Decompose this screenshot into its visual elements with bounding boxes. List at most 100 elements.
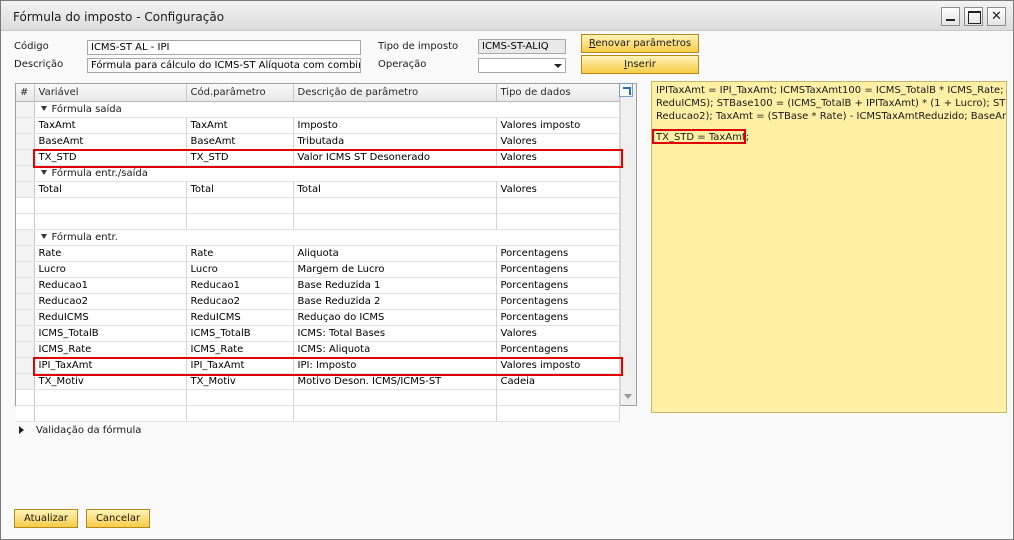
cell-cod-parametro[interactable]: TX_Motiv bbox=[186, 373, 294, 390]
cell-descricao[interactable]: Aliquota bbox=[293, 245, 497, 262]
cell-variavel[interactable]: Reducao1 bbox=[34, 277, 187, 294]
cell-descricao[interactable]: Valor ICMS ST Desonerado bbox=[293, 149, 497, 166]
cell-variavel[interactable]: ICMS_TotalB bbox=[34, 325, 187, 342]
group-row-formula-entr[interactable]: Fórmula entr. bbox=[16, 229, 620, 246]
table-row[interactable]: BaseAmt BaseAmt Tributada Valores bbox=[16, 133, 620, 150]
cell-variavel[interactable]: TaxAmt bbox=[34, 117, 187, 134]
cell-tipo-dados[interactable]: Porcentagens bbox=[496, 277, 620, 294]
cell-tipo-dados[interactable] bbox=[496, 389, 620, 406]
table-row[interactable]: TX_Motiv TX_Motiv Motivo Deson. ICMS/ICM… bbox=[16, 373, 620, 390]
cell-tipo-dados[interactable]: Valores imposto bbox=[496, 357, 620, 374]
cell-variavel[interactable] bbox=[34, 389, 187, 406]
expand-triangle-icon[interactable] bbox=[19, 426, 24, 434]
minimize-button[interactable] bbox=[941, 7, 960, 26]
cell-descricao[interactable]: Tributada bbox=[293, 133, 497, 150]
atualizar-button[interactable]: Atualizar bbox=[14, 509, 78, 528]
cell-descricao[interactable]: Imposto bbox=[293, 117, 497, 134]
cell-variavel[interactable]: IPI_TaxAmt bbox=[34, 357, 187, 374]
cell-descricao[interactable]: IPI: Imposto bbox=[293, 357, 497, 374]
cell-descricao[interactable] bbox=[293, 405, 497, 422]
cell-descricao[interactable]: Margem de Lucro bbox=[293, 261, 497, 278]
cell-tipo-dados[interactable]: Valores bbox=[496, 181, 620, 198]
table-row[interactable] bbox=[16, 197, 620, 214]
cell-variavel[interactable] bbox=[34, 197, 187, 214]
cell-variavel[interactable]: TX_Motiv bbox=[34, 373, 187, 390]
col-header-cod-parametro[interactable]: Cód.parâmetro bbox=[186, 84, 294, 102]
col-header-descricao[interactable]: Descrição de parâmetro bbox=[293, 84, 497, 102]
cell-descricao[interactable] bbox=[293, 213, 497, 230]
cell-variavel[interactable]: ReduICMS bbox=[34, 309, 187, 326]
cell-variavel[interactable]: Total bbox=[34, 181, 187, 198]
validation-section[interactable]: Validação da fórmula bbox=[19, 425, 141, 436]
cell-tipo-dados[interactable]: Porcentagens bbox=[496, 245, 620, 262]
cell-tipo-dados[interactable] bbox=[496, 197, 620, 214]
renovar-parametros-button[interactable]: Renovar parâmetros bbox=[581, 34, 699, 53]
table-row[interactable]: ICMS_Rate ICMS_Rate ICMS: Aliquota Porce… bbox=[16, 341, 620, 358]
cell-cod-parametro[interactable]: Total bbox=[186, 181, 294, 198]
cell-descricao[interactable]: Base Reduzida 1 bbox=[293, 277, 497, 294]
group-row-formula-saida[interactable]: Fórmula saída bbox=[16, 101, 620, 118]
descricao-field[interactable]: Fórmula para cálculo do ICMS-ST Alíquota… bbox=[87, 58, 361, 73]
cell-cod-parametro[interactable]: IPI_TaxAmt bbox=[186, 357, 294, 374]
cell-variavel[interactable]: BaseAmt bbox=[34, 133, 187, 150]
cell-cod-parametro[interactable]: ReduICMS bbox=[186, 309, 294, 326]
operacao-dropdown[interactable] bbox=[478, 58, 566, 73]
col-header-index[interactable]: # bbox=[16, 84, 35, 102]
cell-descricao[interactable]: Reduçao do ICMS bbox=[293, 309, 497, 326]
col-header-variavel[interactable]: Variável bbox=[34, 84, 187, 102]
cell-descricao[interactable]: Total bbox=[293, 181, 497, 198]
cell-tipo-dados[interactable]: Porcentagens bbox=[496, 293, 620, 310]
cell-descricao[interactable]: ICMS: Aliquota bbox=[293, 341, 497, 358]
table-row[interactable]: TaxAmt TaxAmt Imposto Valores imposto bbox=[16, 117, 620, 134]
table-row[interactable]: Total Total Total Valores bbox=[16, 181, 620, 198]
table-row[interactable]: TX_STD TX_STD Valor ICMS ST Desonerado V… bbox=[16, 149, 620, 166]
cell-descricao[interactable]: Base Reduzida 2 bbox=[293, 293, 497, 310]
cell-tipo-dados[interactable]: Cadeia bbox=[496, 373, 620, 390]
cancelar-button[interactable]: Cancelar bbox=[86, 509, 150, 528]
cell-cod-parametro[interactable]: Rate bbox=[186, 245, 294, 262]
cell-cod-parametro[interactable]: Lucro bbox=[186, 261, 294, 278]
cell-cod-parametro[interactable] bbox=[186, 405, 294, 422]
cell-descricao[interactable]: Motivo Deson. ICMS/ICMS-ST bbox=[293, 373, 497, 390]
codigo-field[interactable]: ICMS-ST AL - IPI bbox=[87, 40, 361, 55]
expand-arrow-icon[interactable] bbox=[619, 83, 633, 97]
table-row[interactable]: Rate Rate Aliquota Porcentagens bbox=[16, 245, 620, 262]
cell-tipo-dados[interactable]: Valores bbox=[496, 325, 620, 342]
cell-variavel[interactable] bbox=[34, 405, 187, 422]
cell-cod-parametro[interactable] bbox=[186, 389, 294, 406]
cell-variavel[interactable]: ICMS_Rate bbox=[34, 341, 187, 358]
cell-cod-parametro[interactable]: Reducao2 bbox=[186, 293, 294, 310]
cell-tipo-dados[interactable]: Porcentagens bbox=[496, 341, 620, 358]
cell-cod-parametro[interactable]: Reducao1 bbox=[186, 277, 294, 294]
col-header-tipo-dados[interactable]: Tipo de dados bbox=[496, 84, 620, 102]
cell-cod-parametro[interactable]: ICMS_Rate bbox=[186, 341, 294, 358]
cell-cod-parametro[interactable] bbox=[186, 197, 294, 214]
cell-tipo-dados[interactable]: Valores bbox=[496, 149, 620, 166]
cell-tipo-dados[interactable]: Valores bbox=[496, 133, 620, 150]
cell-cod-parametro[interactable]: ICMS_TotalB bbox=[186, 325, 294, 342]
table-row[interactable]: Lucro Lucro Margem de Lucro Porcentagens bbox=[16, 261, 620, 278]
cell-tipo-dados[interactable]: Porcentagens bbox=[496, 261, 620, 278]
cell-tipo-dados[interactable]: Porcentagens bbox=[496, 309, 620, 326]
table-row[interactable]: Reducao1 Reducao1 Base Reduzida 1 Porcen… bbox=[16, 277, 620, 294]
cell-variavel[interactable]: Lucro bbox=[34, 261, 187, 278]
cell-variavel[interactable] bbox=[34, 213, 187, 230]
cell-cod-parametro[interactable]: TaxAmt bbox=[186, 117, 294, 134]
cell-variavel[interactable]: TX_STD bbox=[34, 149, 187, 166]
cell-descricao[interactable]: ICMS: Total Bases bbox=[293, 325, 497, 342]
table-row[interactable] bbox=[16, 405, 620, 422]
group-row-formula-entr-saida[interactable]: Fórmula entr./saída bbox=[16, 165, 620, 182]
cell-descricao[interactable] bbox=[293, 389, 497, 406]
cell-cod-parametro[interactable]: TX_STD bbox=[186, 149, 294, 166]
table-row[interactable]: ICMS_TotalB ICMS_TotalB ICMS: Total Base… bbox=[16, 325, 620, 342]
table-row[interactable]: ReduICMS ReduICMS Reduçao do ICMS Porcen… bbox=[16, 309, 620, 326]
table-row[interactable]: IPI_TaxAmt IPI_TaxAmt IPI: Imposto Valor… bbox=[16, 357, 620, 374]
close-button[interactable]: ✕ bbox=[987, 7, 1006, 26]
cell-tipo-dados[interactable]: Valores imposto bbox=[496, 117, 620, 134]
cell-variavel[interactable]: Reducao2 bbox=[34, 293, 187, 310]
formula-editor[interactable]: IPITaxAmt = IPI_TaxAmt; ICMSTaxAmt100 = … bbox=[651, 81, 1007, 413]
table-row[interactable] bbox=[16, 213, 620, 230]
cell-cod-parametro[interactable]: BaseAmt bbox=[186, 133, 294, 150]
scroll-down-icon[interactable] bbox=[624, 394, 632, 399]
cell-tipo-dados[interactable] bbox=[496, 213, 620, 230]
